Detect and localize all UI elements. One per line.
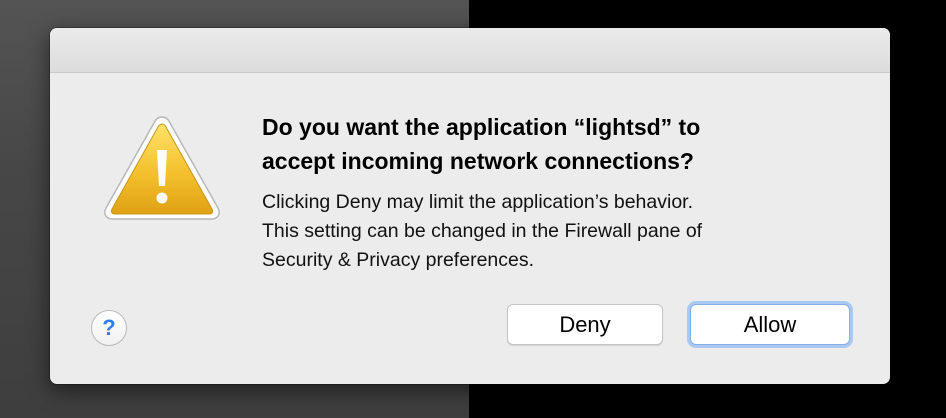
dialog-message-line-3: Security & Privacy preferences.: [262, 249, 535, 271]
warning-icon: [104, 116, 220, 220]
allow-button[interactable]: Allow: [690, 304, 850, 345]
deny-button[interactable]: Deny: [507, 304, 663, 345]
dialog-message-line-2: This setting can be changed in the Firew…: [262, 220, 703, 242]
dialog-title-line-1: Do you want the application “lightsd” to: [262, 114, 701, 140]
firewall-alert-dialog: Do you want the application “lightsd” to…: [50, 28, 890, 384]
dialog-message: Clicking Deny may limit the application’…: [262, 188, 862, 275]
help-button[interactable]: ?: [91, 310, 127, 346]
dialog-title: Do you want the application “lightsd” to…: [262, 110, 862, 178]
dialog-message-line-1: Clicking Deny may limit the application’…: [262, 191, 694, 213]
dialog-titlebar: [50, 28, 890, 73]
dialog-title-line-2: accept incoming network connections?: [262, 148, 694, 174]
